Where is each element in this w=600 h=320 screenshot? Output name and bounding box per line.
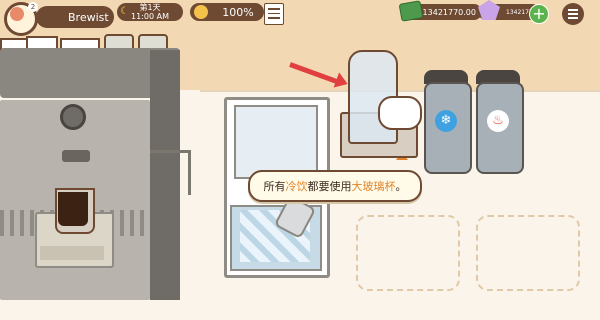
menu-icon[interactable]: [562, 3, 584, 25]
shop-name: Brewist: [68, 10, 109, 24]
espresso-liquid: [58, 192, 88, 226]
money-value: 13421770.00: [422, 7, 476, 17]
level-badge: 2: [28, 2, 38, 12]
mood-value: 100%: [222, 5, 254, 19]
avatar-face: [10, 7, 24, 21]
empty-slot[interactable]: [356, 215, 460, 291]
ice-machine-window: [234, 105, 318, 179]
empty-slot[interactable]: [476, 215, 580, 291]
clock-time: 11:00 AM: [131, 12, 169, 21]
smiley-icon: [194, 5, 208, 19]
counter-edge: [200, 90, 600, 92]
drip-tray-base: [40, 246, 104, 260]
hint-highlight-cold-drink: 冷饮: [285, 180, 308, 193]
moon-icon: ☾: [120, 6, 129, 17]
pressure-gauge: [60, 104, 86, 130]
tap-hand-icon: [378, 96, 422, 130]
snowflake-icon: ❄: [435, 110, 457, 132]
hint-tooltip: 所有 冷饮 都要使用 大玻璃杯 。: [248, 170, 422, 202]
cash-icon: [398, 0, 424, 22]
fire-icon: ♨: [487, 110, 509, 132]
hint-text-2: 都要使用: [307, 180, 352, 193]
hint-text-1: 所有: [263, 180, 286, 193]
receipt-icon[interactable]: [264, 3, 284, 25]
add-gems-button[interactable]: +: [529, 4, 549, 24]
hint-highlight-large-glass: 大玻璃杯: [351, 180, 396, 193]
steam-wand[interactable]: [150, 150, 191, 195]
hint-text-3: 。: [395, 180, 407, 193]
portafilter[interactable]: [62, 150, 90, 162]
day-label: 第1天: [139, 3, 161, 12]
shop-name-pill: Brewist: [36, 6, 114, 28]
